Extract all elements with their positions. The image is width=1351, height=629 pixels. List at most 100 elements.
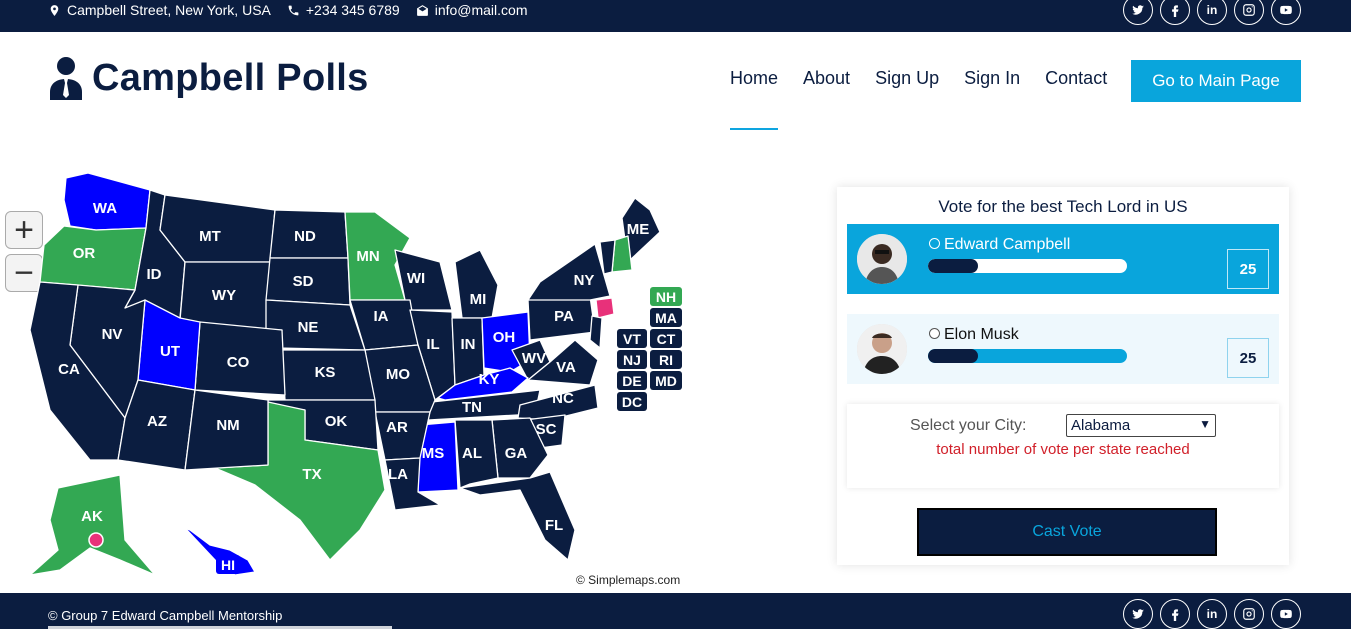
- state-fl: [459, 471, 576, 561]
- label-mn: MN: [356, 248, 379, 265]
- nav-about[interactable]: About: [803, 68, 850, 93]
- nav-home[interactable]: Home: [730, 68, 779, 130]
- vote-progress-bar: [928, 349, 1127, 363]
- label-wi: WI: [407, 270, 425, 287]
- label-la: LA: [388, 466, 408, 483]
- label-nc: NC: [552, 390, 574, 407]
- label-in: IN: [461, 336, 476, 353]
- label-ma: MA: [655, 310, 677, 326]
- radio-edward-campbell[interactable]: [929, 238, 940, 249]
- email-item: info@mail.com: [416, 2, 528, 18]
- candidate-edward-campbell[interactable]: Edward Campbell 25: [847, 224, 1279, 294]
- phone-icon: [288, 5, 299, 15]
- city-select[interactable]: Alabama ▼: [1066, 414, 1216, 437]
- label-ms: MS: [422, 445, 445, 462]
- vote-count: 25: [1227, 249, 1269, 289]
- envelope-open-icon: [416, 4, 428, 16]
- label-ky: KY: [479, 371, 500, 388]
- label-hi: HI: [221, 557, 235, 573]
- label-de: DE: [622, 373, 641, 389]
- label-mo: MO: [386, 366, 410, 383]
- label-fl: FL: [545, 517, 563, 534]
- youtube-icon[interactable]: [1271, 599, 1301, 629]
- candidate-elon-musk[interactable]: Elon Musk 25: [847, 314, 1279, 384]
- linkedin-icon[interactable]: in: [1197, 599, 1227, 629]
- vote-progress-bar: [928, 259, 1127, 273]
- state-ct: [595, 297, 615, 319]
- linkedin-icon[interactable]: in: [1197, 0, 1227, 25]
- label-dc: DC: [622, 394, 642, 410]
- label-il: IL: [426, 336, 439, 353]
- facebook-icon[interactable]: [1160, 0, 1190, 25]
- label-ny: NY: [574, 272, 595, 289]
- user-tie-icon: [50, 57, 82, 100]
- contact-info: Campbell Street, New York, USA +234 345 …: [48, 0, 528, 20]
- address-item: Campbell Street, New York, USA: [48, 2, 271, 18]
- chevron-down-icon: ▼: [1199, 417, 1211, 431]
- nav-contact[interactable]: Contact: [1045, 68, 1107, 93]
- label-ar: AR: [386, 419, 408, 436]
- label-ak: AK: [81, 508, 103, 525]
- label-pa: PA: [554, 308, 574, 325]
- site-logo[interactable]: Campbell Polls: [48, 56, 369, 100]
- label-nj: NJ: [623, 352, 641, 368]
- phone-item: +234 345 6789: [287, 2, 400, 18]
- label-md: MD: [655, 373, 677, 389]
- label-vt: VT: [623, 331, 641, 347]
- address-text: Campbell Street, New York, USA: [67, 2, 271, 18]
- go-to-main-page-button[interactable]: Go to Main Page: [1131, 60, 1301, 102]
- label-nm: NM: [216, 417, 239, 434]
- candidate-name: Elon Musk: [944, 326, 1019, 343]
- twitter-icon[interactable]: [1123, 599, 1153, 629]
- twitter-icon[interactable]: [1123, 0, 1153, 25]
- label-id: ID: [147, 266, 162, 283]
- top-bar: Campbell Street, New York, USA +234 345 …: [0, 0, 1351, 32]
- label-ok: OK: [325, 413, 348, 430]
- label-mi: MI: [470, 291, 487, 308]
- vote-progress-fill: [928, 349, 978, 363]
- state-nj: [589, 315, 603, 349]
- label-wa: WA: [93, 200, 117, 217]
- label-or: OR: [73, 245, 96, 262]
- label-az: AZ: [147, 413, 167, 430]
- instagram-icon[interactable]: [1234, 0, 1264, 25]
- label-al: AL: [462, 445, 482, 462]
- logo-text: Campbell Polls: [92, 56, 369, 99]
- label-tx: TX: [302, 466, 321, 483]
- social-links-footer: in: [1123, 599, 1301, 629]
- label-nh: NH: [656, 289, 676, 305]
- state-ny: [527, 243, 611, 301]
- label-sc: SC: [536, 421, 557, 438]
- label-nd: ND: [294, 228, 316, 245]
- label-wv: WV: [522, 350, 546, 367]
- state-ak: [29, 474, 156, 576]
- us-states-map[interactable]: WA OR MT ID ND SD MN WI MI NY ME WY NE I…: [0, 170, 700, 590]
- city-selector-box: Select your City: Alabama ▼ total number…: [847, 404, 1279, 488]
- vote-limit-warning: total number of vote per state reached: [936, 441, 1190, 458]
- radio-elon-musk[interactable]: [929, 328, 940, 339]
- phone-text: +234 345 6789: [305, 2, 400, 18]
- cast-vote-button[interactable]: Cast Vote: [917, 508, 1217, 556]
- city-label: Select your City:: [910, 417, 1027, 434]
- label-va: VA: [556, 359, 576, 376]
- vote-progress-fill: [928, 259, 978, 273]
- label-oh: OH: [493, 329, 516, 346]
- label-ks: KS: [315, 364, 336, 381]
- social-links-top: in: [1123, 0, 1301, 25]
- label-sd: SD: [293, 273, 314, 290]
- main-nav: Home About Sign Up Sign In Contact: [730, 68, 1107, 130]
- label-ga: GA: [505, 445, 528, 462]
- label-ca: CA: [58, 361, 80, 378]
- candidate-name: Edward Campbell: [944, 236, 1071, 253]
- map-credit[interactable]: © Simplemaps.com: [576, 573, 680, 587]
- label-mt: MT: [199, 228, 221, 245]
- label-ne: NE: [298, 319, 319, 336]
- instagram-icon[interactable]: [1234, 599, 1264, 629]
- nav-sign-up[interactable]: Sign Up: [875, 68, 939, 93]
- label-nv: NV: [102, 326, 123, 343]
- youtube-icon[interactable]: [1271, 0, 1301, 25]
- label-wy: WY: [212, 287, 236, 304]
- facebook-icon[interactable]: [1160, 599, 1190, 629]
- nav-sign-in[interactable]: Sign In: [964, 68, 1020, 93]
- label-ct: CT: [657, 331, 676, 347]
